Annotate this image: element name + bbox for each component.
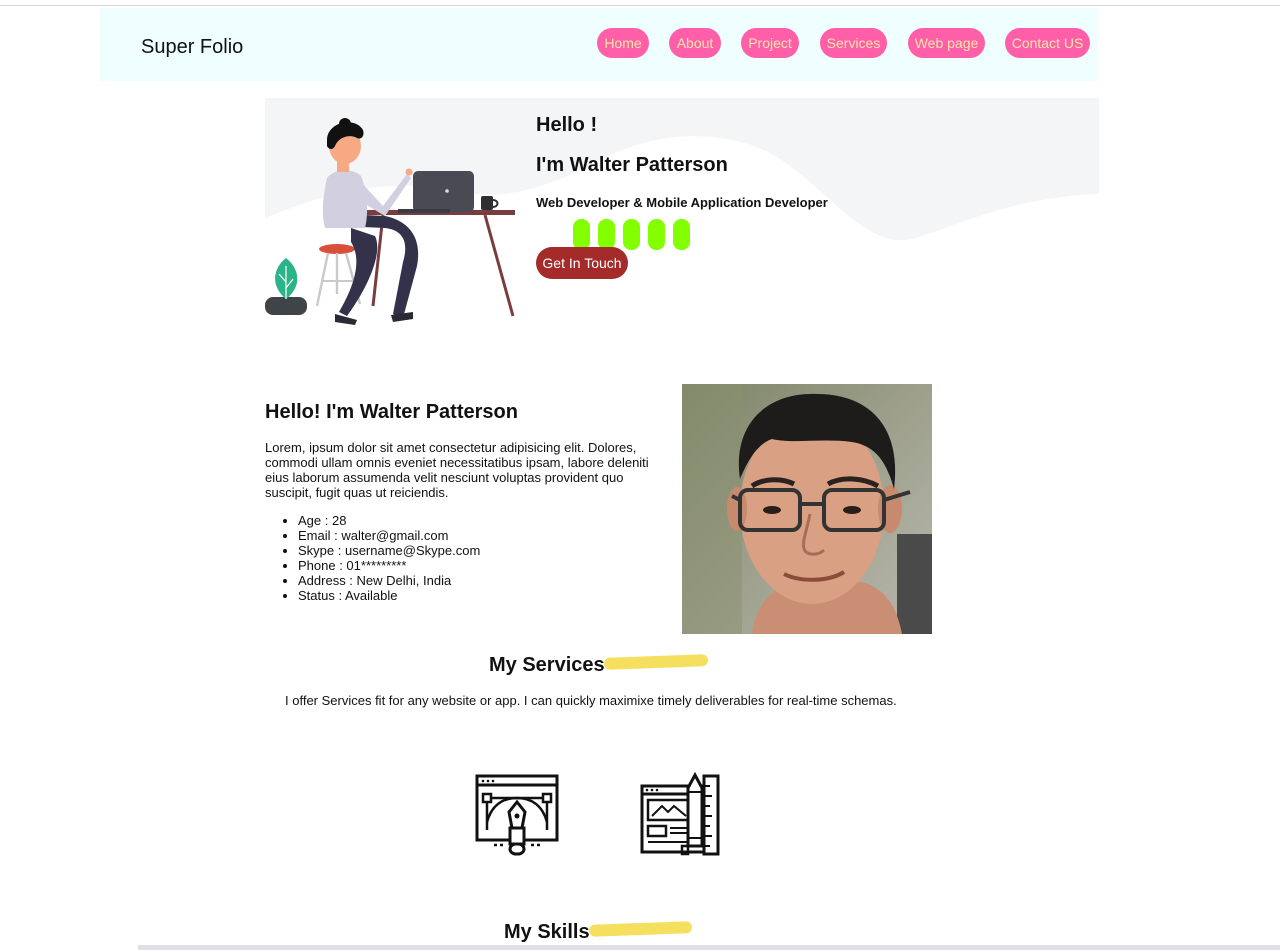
about-text: Lorem, ipsum dolor sit amet consectetur … (265, 440, 649, 500)
social-link-1[interactable] (573, 219, 590, 250)
nav-home[interactable]: Home (597, 28, 649, 58)
nav-web-page[interactable]: Web page (908, 28, 985, 58)
services-description: I offer Services fit for any website or … (285, 693, 897, 708)
design-pen-icon (475, 774, 559, 856)
detail-address: Address : New Delhi, India (298, 573, 480, 588)
services-title: My Services (489, 654, 605, 676)
social-link-4[interactable] (648, 219, 665, 250)
services-title-highlight (603, 654, 709, 670)
nav-about[interactable]: About (669, 28, 721, 58)
detail-phone: Phone : 01********* (298, 558, 480, 573)
detail-skype: Skype : username@Skype.com (298, 543, 480, 558)
get-in-touch-button[interactable]: Get In Touch (536, 247, 628, 279)
developer-illustration (265, 118, 515, 325)
hero-greeting: Hello ! (536, 114, 598, 136)
nav-services[interactable]: Services (820, 28, 887, 58)
social-link-5[interactable] (673, 219, 690, 250)
browser-top-border (0, 5, 1280, 6)
web-design-tools-icon (640, 772, 720, 856)
detail-age: Age : 28 (298, 513, 480, 528)
detail-status: Status : Available (298, 588, 480, 603)
hero-name: I'm Walter Patterson (536, 154, 728, 176)
hero-role: Web Developer & Mobile Application Devel… (536, 195, 828, 210)
social-link-3[interactable] (623, 219, 640, 250)
horizontal-scrollbar[interactable] (0, 945, 1280, 950)
navbar: Super Folio Home About Project Services … (100, 8, 1098, 81)
about-title: Hello! I'm Walter Patterson (265, 401, 518, 423)
about-details-list: Age : 28 Email : walter@gmail.com Skype … (265, 513, 480, 603)
nav-contact-us[interactable]: Contact US (1005, 28, 1090, 58)
detail-email: Email : walter@gmail.com (298, 528, 480, 543)
skills-title: My Skills (504, 921, 590, 943)
nav-project[interactable]: Project (741, 28, 799, 58)
profile-photo (682, 384, 932, 634)
brand-logo[interactable]: Super Folio (141, 36, 243, 59)
skills-title-highlight (588, 921, 693, 937)
social-link-2[interactable] (598, 219, 615, 250)
